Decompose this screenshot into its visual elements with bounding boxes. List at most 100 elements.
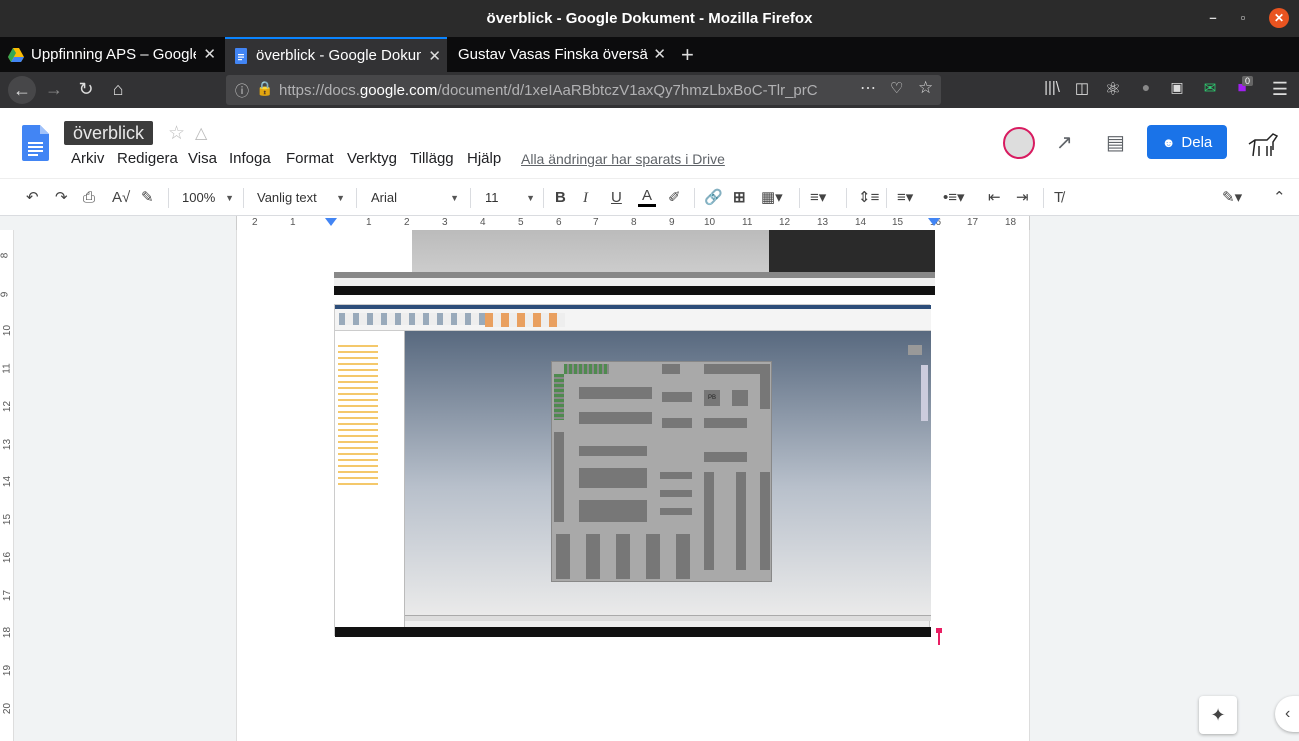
activity-dashboard-icon[interactable]: ↗: [1056, 130, 1073, 155]
share-button[interactable]: ☻ Dela: [1147, 125, 1227, 159]
docs-icon: [235, 47, 247, 64]
paint-format-icon[interactable]: ✎: [141, 187, 154, 209]
extension-photo-icon[interactable]: ▣: [1165, 79, 1189, 101]
move-to-drive-icon[interactable]: △: [195, 123, 207, 143]
explore-button[interactable]: ✦: [1199, 696, 1237, 734]
docs-logo-icon[interactable]: [22, 125, 49, 161]
right-indent-marker[interactable]: [928, 218, 940, 226]
tab-strip: Uppfinning APS – Google ✕ överblick - Go…: [0, 37, 1299, 72]
tab-gustav-vasa[interactable]: Gustav Vasas Finska översät ✕: [450, 37, 672, 72]
menu-redigera[interactable]: Redigera: [117, 150, 178, 167]
ruler-number: 6: [556, 217, 562, 228]
url-bar[interactable]: ⓘ 🔒 https://docs.google.com/document/d/1…: [226, 75, 941, 105]
pocket-icon[interactable]: ♡: [890, 79, 903, 97]
sidebar-icon[interactable]: ◫: [1070, 79, 1094, 101]
extension-d-icon[interactable]: ●: [1134, 79, 1158, 101]
menu-tillagg[interactable]: Tillägg: [410, 150, 454, 167]
extension-badge: 0: [1242, 76, 1254, 86]
menu-hjalp[interactable]: Hjälp: [467, 150, 501, 167]
menu-verktyg[interactable]: Verktyg: [347, 150, 397, 167]
explore-icon: ✦: [1210, 705, 1226, 725]
paragraph-style-select[interactable]: Vanlig text ▼: [257, 187, 345, 209]
decrease-indent-icon[interactable]: ⇤: [988, 187, 1001, 209]
reload-button[interactable]: ↻: [74, 79, 98, 101]
plan-block: [704, 472, 714, 570]
tab-title: Uppfinning APS – Google: [31, 46, 196, 63]
extension-mail-icon[interactable]: ✉: [1198, 79, 1222, 101]
horizontal-ruler[interactable]: 2 1 1 2 3 4 5 6 7 8 9 10 11 12 13 14 15 …: [0, 216, 1299, 230]
undo-icon[interactable]: ↶: [26, 187, 39, 209]
minimize-button[interactable]: –: [1203, 8, 1223, 28]
star-icon[interactable]: ☆: [168, 122, 185, 145]
ruler-number: 17: [2, 589, 14, 602]
menu-visa[interactable]: Visa: [188, 150, 217, 167]
embedded-screenshot-2[interactable]: PB: [334, 304, 931, 637]
save-status-link[interactable]: Alla ändringar har sparats i Drive: [521, 151, 725, 167]
maximize-button[interactable]: ▫: [1233, 8, 1253, 28]
font-size-select[interactable]: 11 ▼: [485, 187, 535, 209]
editing-mode-icon[interactable]: ✎▾: [1222, 187, 1242, 209]
extension-react-icon[interactable]: ⚛: [1101, 79, 1125, 101]
insert-image-icon[interactable]: ▦▾: [761, 187, 783, 209]
spellcheck-icon[interactable]: A√: [112, 187, 130, 209]
ruler-number: 15: [892, 217, 904, 228]
underline-button[interactable]: U: [611, 187, 622, 209]
align-icon[interactable]: ≡▾: [810, 187, 826, 209]
info-icon[interactable]: ⓘ: [235, 81, 249, 101]
collaborator-avatar[interactable]: [1003, 127, 1035, 159]
hamburger-menu-icon[interactable]: ☰: [1268, 79, 1292, 101]
editing-toolbar: ↶ ↷ ⎙ A√ ✎ 100% ▼ Vanlig text ▼ Arial ▼ 11 ▼…: [0, 178, 1299, 216]
cad-floorplan: PB: [551, 361, 772, 582]
tab-uppfinning[interactable]: Uppfinning APS – Google ✕: [0, 37, 222, 72]
text-color-button[interactable]: A: [638, 187, 656, 207]
font-size-value: 11: [485, 190, 499, 205]
collapse-menu-icon[interactable]: ⌃: [1273, 187, 1286, 209]
menu-format[interactable]: Format: [286, 150, 334, 167]
back-button[interactable]: ←: [8, 76, 36, 104]
comments-icon[interactable]: ▤: [1106, 130, 1125, 155]
italic-button[interactable]: I: [583, 187, 588, 209]
highlight-color-icon[interactable]: ✐: [668, 187, 681, 209]
account-avatar-icon[interactable]: [1247, 130, 1279, 158]
tab-overblick[interactable]: överblick - Google Dokum ✕: [225, 37, 447, 72]
zoom-select[interactable]: 100% ▼: [182, 187, 234, 209]
line-spacing-icon[interactable]: ⇕≡: [858, 187, 879, 209]
tab-close-icon[interactable]: ✕: [653, 45, 666, 63]
print-icon[interactable]: ⎙: [83, 187, 95, 209]
home-icon[interactable]: ⌂: [106, 79, 130, 101]
drive-icon: [8, 47, 24, 62]
insert-link-icon[interactable]: 🔗: [704, 187, 723, 209]
tab-close-icon[interactable]: ✕: [203, 45, 216, 63]
close-window-button[interactable]: ✕: [1269, 8, 1289, 28]
add-comment-icon[interactable]: ⊞: [733, 187, 746, 209]
tab-close-icon[interactable]: ✕: [428, 47, 441, 65]
title-bar: överblick - Google Dokument - Mozilla Fi…: [0, 0, 1299, 37]
zoom-value: 100%: [182, 190, 216, 205]
forward-button[interactable]: →: [42, 79, 66, 101]
embedded-screenshot-1[interactable]: [334, 230, 935, 295]
lock-icon: 🔒: [256, 80, 274, 96]
page-actions-icon[interactable]: ⋯: [860, 78, 876, 98]
tab-title: överblick - Google Dokum: [256, 47, 421, 64]
separator: [886, 188, 887, 208]
ruler-number: 9: [669, 217, 675, 228]
bookmark-star-icon[interactable]: ☆: [918, 78, 933, 98]
library-icon[interactable]: |||\: [1040, 79, 1064, 101]
menu-infoga[interactable]: Infoga: [229, 150, 271, 167]
font-select[interactable]: Arial ▼: [371, 187, 459, 209]
increase-indent-icon[interactable]: ⇥: [1016, 187, 1029, 209]
clear-formatting-icon[interactable]: T̸: [1054, 187, 1063, 209]
url-text[interactable]: https://docs.google.com/document/d/1xeIA…: [279, 82, 829, 99]
ruler-number: 20: [2, 702, 14, 715]
plan-block: [579, 468, 647, 488]
left-indent-marker[interactable]: [325, 218, 337, 226]
document-title[interactable]: överblick: [64, 121, 154, 145]
new-tab-button[interactable]: +: [681, 42, 694, 68]
ruler-number: 2: [252, 217, 258, 228]
bold-button[interactable]: B: [555, 187, 566, 209]
redo-icon[interactable]: ↷: [55, 187, 68, 209]
vertical-ruler[interactable]: 8 9 10 11 12 13 14 15 16 17 18 19 20: [0, 230, 14, 741]
numbered-list-icon[interactable]: ≡▾: [897, 187, 913, 209]
bulleted-list-icon[interactable]: •≡▾: [943, 187, 965, 209]
menu-arkiv[interactable]: Arkiv: [71, 150, 104, 167]
